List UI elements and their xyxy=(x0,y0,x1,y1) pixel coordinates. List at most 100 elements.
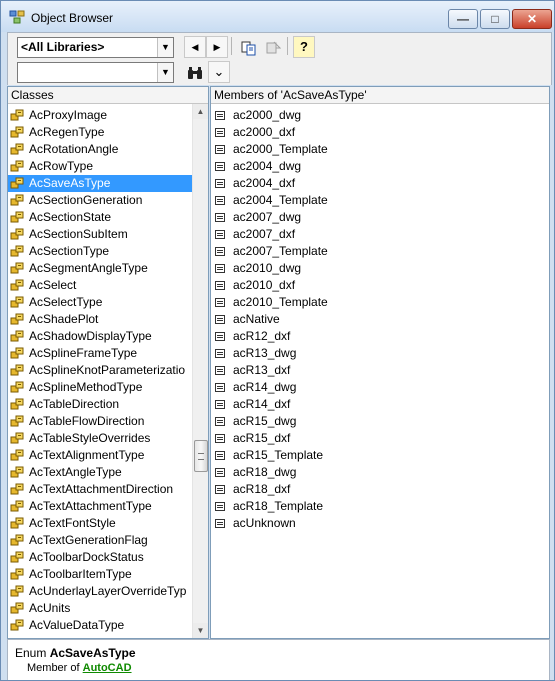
enum-class-icon xyxy=(10,211,26,223)
class-list-item[interactable]: AcShadowDisplayType xyxy=(8,328,208,345)
class-list-item[interactable]: AcTextAlignmentType xyxy=(8,447,208,464)
member-list-item[interactable]: ac2004_dwg xyxy=(211,158,549,175)
class-list-item[interactable]: AcTextFontStyle xyxy=(8,515,208,532)
member-list-item[interactable]: acR14_dwg xyxy=(211,379,549,396)
back-button[interactable]: ◀ xyxy=(184,36,206,58)
show-search-results-button[interactable]: ⌄ xyxy=(208,61,230,83)
member-list-item[interactable]: acR14_dxf xyxy=(211,396,549,413)
class-list-item[interactable]: AcSplineFrameType xyxy=(8,345,208,362)
minimize-button[interactable]: — xyxy=(448,9,478,29)
class-list-item[interactable]: AcToolbarItemType xyxy=(8,566,208,583)
class-list-item[interactable]: AcTextAttachmentType xyxy=(8,498,208,515)
class-list-item[interactable]: AcRegenType xyxy=(8,124,208,141)
enum-class-icon xyxy=(10,534,26,546)
scroll-down-arrow-icon[interactable]: ▼ xyxy=(193,623,208,638)
member-list-item[interactable]: acR18_dxf xyxy=(211,481,549,498)
close-button[interactable]: ✕ xyxy=(512,9,552,29)
class-list-item[interactable]: AcUnits xyxy=(8,600,208,617)
scroll-up-arrow-icon[interactable]: ▲ xyxy=(193,104,208,119)
class-list-item[interactable]: AcSectionSubItem xyxy=(8,226,208,243)
search-button[interactable] xyxy=(184,61,206,83)
class-list-item[interactable]: AcRotationAngle xyxy=(8,141,208,158)
member-list-item[interactable]: acR15_dxf xyxy=(211,430,549,447)
member-list-item[interactable]: ac2000_dxf xyxy=(211,124,549,141)
class-list-item-label: AcProxyImage xyxy=(29,108,108,122)
member-list-item[interactable]: acR18_dwg xyxy=(211,464,549,481)
class-list-item[interactable]: AcSplineKnotParameterizatio xyxy=(8,362,208,379)
member-list-item[interactable]: ac2007_dxf xyxy=(211,226,549,243)
member-list-item[interactable]: ac2004_dxf xyxy=(211,175,549,192)
library-select[interactable]: <All Libraries> ▼ xyxy=(17,37,174,58)
members-header: Members of 'AcSaveAsType' xyxy=(211,87,549,104)
class-list-item-label: AcTextGenerationFlag xyxy=(29,533,148,547)
class-list-item[interactable]: AcTableFlowDirection xyxy=(8,413,208,430)
member-list-item[interactable]: acNative xyxy=(211,311,549,328)
member-list-item[interactable]: ac2010_dxf xyxy=(211,277,549,294)
class-list-item[interactable]: AcRowType xyxy=(8,158,208,175)
enum-constant-icon xyxy=(215,281,225,290)
close-icon: ✕ xyxy=(526,12,538,26)
class-list-item[interactable]: AcValueDataType xyxy=(8,617,208,634)
class-list-item[interactable]: AcSelectType xyxy=(8,294,208,311)
class-list-item[interactable]: AcSectionState xyxy=(8,209,208,226)
class-list-item[interactable]: AcSaveAsType xyxy=(8,175,208,192)
enum-constant-icon xyxy=(215,247,225,256)
member-list-item[interactable]: ac2007_Template xyxy=(211,243,549,260)
enum-constant-icon xyxy=(215,502,225,511)
class-list-item-label: AcSplineKnotParameterizatio xyxy=(29,363,186,377)
search-text-combo[interactable]: ▼ xyxy=(17,62,174,83)
class-list-item[interactable]: AcSelect xyxy=(8,277,208,294)
member-list-item[interactable]: ac2010_Template xyxy=(211,294,549,311)
class-list-item[interactable]: AcSectionType xyxy=(8,243,208,260)
class-list-item-label: AcTableStyleOverrides xyxy=(29,431,151,445)
title-bar[interactable]: Object Browser — □ ✕ xyxy=(1,1,554,32)
class-list-item[interactable]: AcSegmentAngleType xyxy=(8,260,208,277)
chevron-down-icon[interactable]: ▼ xyxy=(157,38,173,57)
classes-scrollbar[interactable]: ▲ ▼ xyxy=(192,104,208,638)
class-list-item[interactable]: AcTextAttachmentDirection xyxy=(8,481,208,498)
enum-constant-icon xyxy=(215,128,225,137)
class-list-item[interactable]: AcTableDirection xyxy=(8,396,208,413)
maximize-button[interactable]: □ xyxy=(480,9,510,29)
member-list-item[interactable]: acUnknown xyxy=(211,515,549,532)
enum-class-icon xyxy=(10,551,26,563)
member-list-item[interactable]: ac2000_dwg xyxy=(211,107,549,124)
member-list-item[interactable]: acR15_Template xyxy=(211,447,549,464)
member-list-item[interactable]: ac2004_Template xyxy=(211,192,549,209)
member-list-item[interactable]: ac2000_Template xyxy=(211,141,549,158)
class-list-item[interactable]: AcToolbarDockStatus xyxy=(8,549,208,566)
member-list-item-label: acR13_dxf xyxy=(233,363,291,377)
class-list-item[interactable]: AcSectionGeneration xyxy=(8,192,208,209)
scroll-thumb[interactable] xyxy=(194,440,208,472)
class-list-item[interactable]: AcTextAngleType xyxy=(8,464,208,481)
class-list-item-label: AcTextAngleType xyxy=(29,465,122,479)
details-pane: Enum AcSaveAsType Member of AutoCAD xyxy=(7,639,550,680)
view-definition-button[interactable] xyxy=(262,36,284,58)
help-button[interactable]: ? xyxy=(293,36,315,58)
member-list-item[interactable]: acR12_dxf xyxy=(211,328,549,345)
chevron-down-icon[interactable]: ▼ xyxy=(157,63,173,82)
member-list-item[interactable]: acR18_Template xyxy=(211,498,549,515)
class-list-item[interactable]: AcTableStyleOverrides xyxy=(8,430,208,447)
forward-arrow-icon: ▶ xyxy=(213,42,221,52)
member-list-item[interactable]: acR13_dwg xyxy=(211,345,549,362)
enum-constant-icon xyxy=(215,434,225,443)
library-link[interactable]: AutoCAD xyxy=(83,662,132,674)
member-list-item[interactable]: acR13_dxf xyxy=(211,362,549,379)
member-list-item[interactable]: ac2010_dwg xyxy=(211,260,549,277)
enum-constant-icon xyxy=(215,519,225,528)
enum-class-icon xyxy=(10,347,26,359)
member-list-item[interactable]: ac2007_dwg xyxy=(211,209,549,226)
class-list-item[interactable]: AcTextGenerationFlag xyxy=(8,532,208,549)
member-list-item[interactable]: acR15_dwg xyxy=(211,413,549,430)
class-list-item[interactable]: AcProxyImage xyxy=(8,107,208,124)
class-list-item[interactable]: AcUnderlayLayerOverrideTyp xyxy=(8,583,208,600)
copy-to-clipboard-button[interactable] xyxy=(238,36,260,58)
member-list-item-label: acR15_dxf xyxy=(233,431,291,445)
class-list-item-label: AcTableDirection xyxy=(29,397,120,411)
class-list-item[interactable]: AcShadePlot xyxy=(8,311,208,328)
class-list-item[interactable]: AcSplineMethodType xyxy=(8,379,208,396)
forward-button[interactable]: ▶ xyxy=(206,36,228,58)
class-list-item-label: AcTextAlignmentType xyxy=(29,448,145,462)
class-list-item-label: AcShadePlot xyxy=(29,312,99,326)
